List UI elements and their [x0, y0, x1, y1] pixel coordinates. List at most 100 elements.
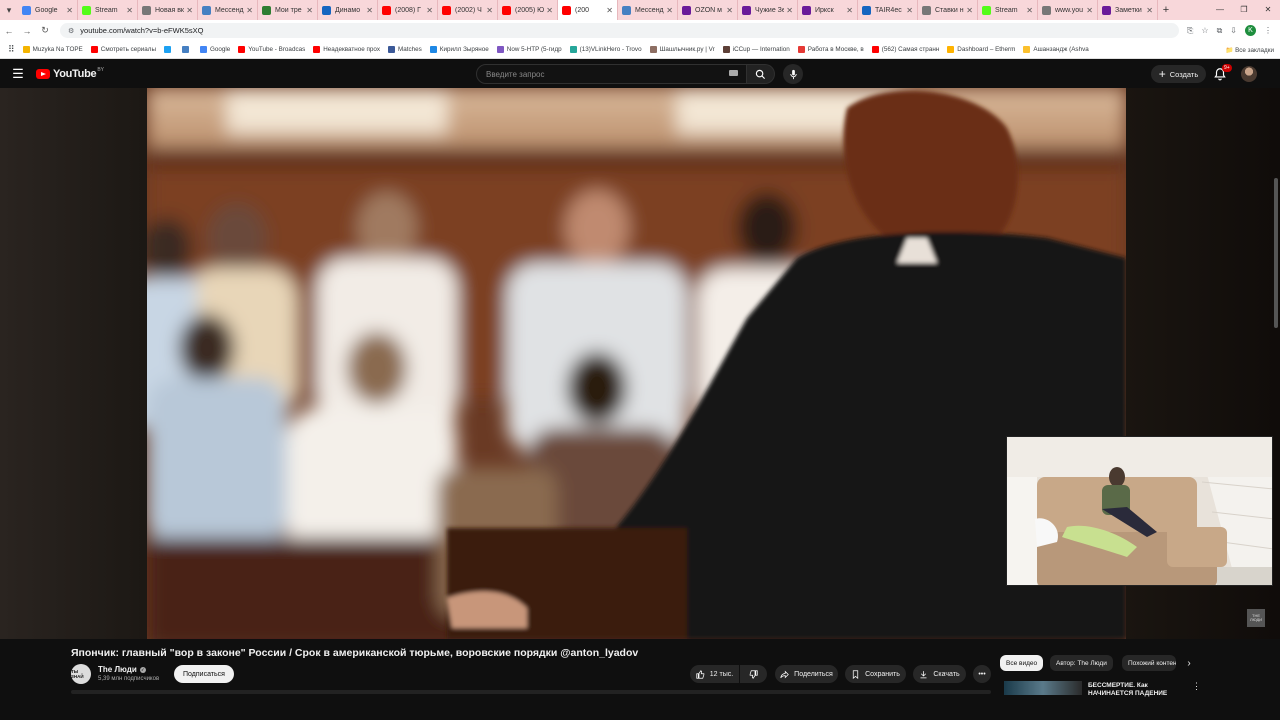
bookmark-item[interactable]: YouTube - Broadcas: [238, 46, 305, 53]
browser-tab[interactable]: Динамо ✕: [318, 0, 378, 20]
description-box[interactable]: [71, 690, 991, 694]
recommended-more-icon[interactable]: ⋮: [1192, 681, 1201, 692]
all-bookmarks[interactable]: 📁 Все закладки: [1225, 46, 1274, 54]
subscribe-button[interactable]: Подписаться: [174, 665, 234, 683]
tab-close-icon[interactable]: ✕: [486, 6, 493, 15]
browser-tab[interactable]: Мессенд ✕: [618, 0, 678, 20]
bookmark-star-icon[interactable]: ☆: [1201, 26, 1208, 35]
bookmark-item[interactable]: iCCup — Internation: [722, 46, 790, 53]
chip-similar[interactable]: Похожий контент: [1122, 655, 1176, 671]
apps-icon[interactable]: ⠿: [8, 44, 15, 55]
reload-icon[interactable]: ↻: [36, 25, 54, 36]
create-button[interactable]: + Создать: [1151, 65, 1206, 83]
tab-close-icon[interactable]: ✕: [66, 6, 73, 15]
browser-tab[interactable]: Заметки ✕: [1098, 0, 1158, 20]
tab-close-icon[interactable]: ✕: [246, 6, 253, 15]
recommended-video-thumbnail[interactable]: [1004, 681, 1082, 695]
tab-close-icon[interactable]: ✕: [426, 6, 433, 15]
bookmark-item[interactable]: [163, 46, 174, 53]
chip-all-videos[interactable]: Все видео: [1000, 655, 1044, 671]
tab-close-icon[interactable]: ✕: [306, 6, 313, 15]
browser-tab[interactable]: Новая вкл✕: [138, 0, 198, 20]
profile-avatar[interactable]: K: [1245, 25, 1256, 36]
bookmark-item[interactable]: Muzyka Na TOPE: [22, 46, 83, 53]
tab-close-icon[interactable]: ✕: [906, 6, 913, 15]
back-icon[interactable]: ←: [0, 26, 18, 36]
tab-close-icon[interactable]: ✕: [786, 6, 793, 15]
bookmark-item[interactable]: Работа в Москве, в: [797, 46, 864, 53]
menu-icon[interactable]: ☰: [0, 66, 36, 82]
browser-tab[interactable]: www.you ✕: [1038, 0, 1098, 20]
bookmark-item[interactable]: Шашлычник.ру | Vr: [649, 46, 715, 53]
bookmark-item[interactable]: Google: [199, 46, 230, 53]
browser-tab[interactable]: (2008) Г ✕: [378, 0, 438, 20]
bookmark-item[interactable]: Dashboard – Etherm: [947, 46, 1015, 53]
bookmark-item[interactable]: Смотреть сериалы: [90, 46, 156, 53]
bookmark-item[interactable]: (562) Самая странн: [871, 46, 939, 53]
tab-search-icon[interactable]: ▾: [0, 0, 18, 20]
downloads-icon[interactable]: ⇩: [1230, 26, 1237, 35]
browser-tab[interactable]: Google ✕: [18, 0, 78, 20]
bookmark-item[interactable]: [181, 46, 192, 53]
like-button[interactable]: 12 тыс.: [690, 665, 739, 683]
video-player[interactable]: THE ЛЮДИ: [0, 88, 1280, 639]
recommended-video-title[interactable]: БЕССМЕРТИЕ. Как НАЧИНАЕТСЯ ПАДЕНИЕ: [1088, 682, 1167, 699]
share-button[interactable]: Поделиться: [775, 665, 838, 683]
browser-menu-icon[interactable]: ⋮: [1264, 26, 1272, 35]
new-tab-button[interactable]: +: [1158, 4, 1174, 16]
tab-close-icon[interactable]: ✕: [846, 6, 853, 15]
dislike-button[interactable]: [740, 665, 767, 683]
tab-close-icon[interactable]: ✕: [126, 6, 133, 15]
download-button[interactable]: Скачать: [913, 665, 966, 683]
url-field[interactable]: ⚙ youtube.com/watch?v=b-eFWK5sXQ: [60, 23, 1179, 38]
save-button[interactable]: Сохранить: [845, 665, 906, 683]
chevron-right-icon[interactable]: ›: [1182, 655, 1196, 671]
browser-tab[interactable]: Stream ✕: [78, 0, 138, 20]
bookmark-item[interactable]: Кирилл Зыряное: [429, 46, 489, 53]
bookmark-item[interactable]: (13)VLinkHero - Trovo: [569, 46, 642, 53]
browser-tab[interactable]: Мои тре ✕: [258, 0, 318, 20]
site-info-icon[interactable]: ⚙: [68, 27, 74, 35]
browser-tab[interactable]: Ставки н ✕: [918, 0, 978, 20]
tab-close-icon[interactable]: ✕: [1026, 6, 1033, 15]
bookmark-item[interactable]: Matches: [387, 46, 422, 53]
channel-watermark[interactable]: THE ЛЮДИ: [1247, 609, 1265, 627]
bookmark-item[interactable]: Ашанзандж (Ashva: [1023, 46, 1089, 53]
browser-tab[interactable]: (2002) Ч ✕: [438, 0, 498, 20]
tab-close-icon[interactable]: ✕: [186, 6, 193, 15]
video-frame[interactable]: [147, 88, 1126, 639]
close-window-icon[interactable]: ✕: [1256, 0, 1280, 20]
browser-tab[interactable]: Иркск ✕: [798, 0, 858, 20]
tab-close-icon[interactable]: ✕: [546, 6, 553, 15]
chip-author[interactable]: Автор: The Люди: [1050, 655, 1113, 671]
search-input[interactable]: Введите запрос: [476, 64, 747, 84]
browser-tab[interactable]: (200 ✕: [558, 0, 618, 20]
tab-close-icon[interactable]: ✕: [666, 6, 673, 15]
browser-tab[interactable]: Stream ✕: [978, 0, 1038, 20]
tab-close-icon[interactable]: ✕: [366, 6, 373, 15]
browser-tab[interactable]: TAIR4ec ✕: [858, 0, 918, 20]
browser-tab[interactable]: (2005) Ю ✕: [498, 0, 558, 20]
youtube-logo[interactable]: YouTube BY: [36, 67, 104, 80]
account-avatar[interactable]: [1241, 66, 1257, 82]
keyboard-icon[interactable]: [729, 70, 738, 76]
voice-search-button[interactable]: [783, 64, 803, 84]
bookmark-item[interactable]: Неадекватное прох: [313, 46, 380, 53]
tab-close-icon[interactable]: ✕: [1086, 6, 1093, 15]
search-button[interactable]: [747, 64, 775, 84]
forward-icon[interactable]: →: [18, 26, 36, 36]
maximize-icon[interactable]: ❐: [1232, 0, 1256, 20]
more-actions-button[interactable]: •••: [973, 665, 991, 683]
extensions-icon[interactable]: ⧉: [1217, 26, 1223, 36]
page-scrollbar[interactable]: [1274, 178, 1278, 328]
tab-close-icon[interactable]: ✕: [726, 6, 733, 15]
install-icon[interactable]: ⎘: [1187, 26, 1193, 36]
browser-tab[interactable]: Мессенд ✕: [198, 0, 258, 20]
tab-close-icon[interactable]: ✕: [1146, 6, 1153, 15]
browser-tab[interactable]: Чужие Зе ✕: [738, 0, 798, 20]
bookmark-item[interactable]: Now 5-HTP (5-гидр: [496, 46, 562, 53]
channel-avatar[interactable]: ТЫ ЗНАЙ: [71, 664, 91, 684]
channel-name-link[interactable]: The Люди ✓: [98, 665, 146, 674]
minimize-icon[interactable]: —: [1208, 0, 1232, 20]
tab-close-icon[interactable]: ✕: [606, 6, 613, 15]
